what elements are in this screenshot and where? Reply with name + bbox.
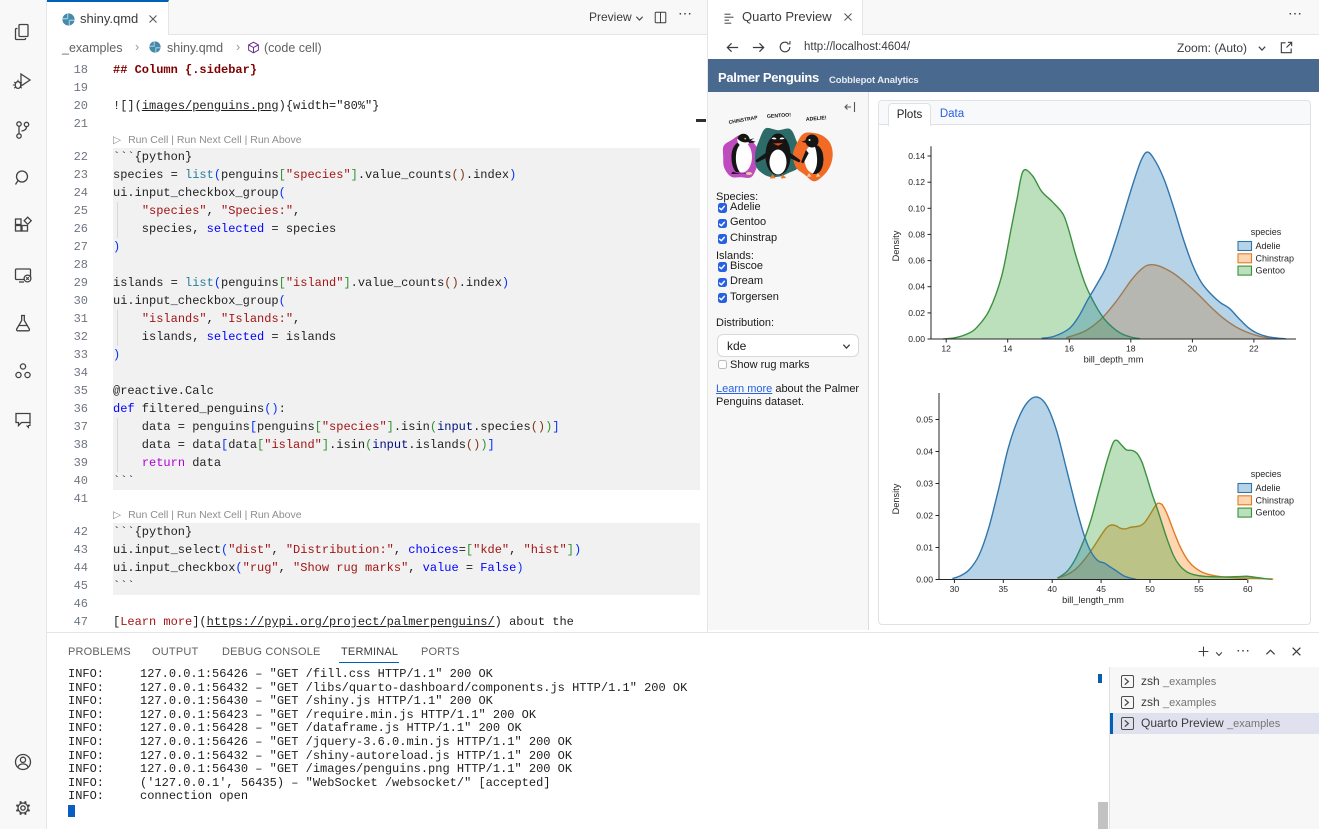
- svg-text:ADELIE!: ADELIE!: [806, 115, 827, 123]
- svg-text:species: species: [1251, 227, 1282, 237]
- svg-text:Gentoo: Gentoo: [1256, 508, 1286, 518]
- svg-text:CHINSTRAP: CHINSTRAP: [728, 115, 758, 126]
- svg-text:14: 14: [1003, 344, 1013, 354]
- svg-text:0.04: 0.04: [908, 282, 925, 292]
- svg-text:Chinstrap: Chinstrap: [1256, 253, 1295, 263]
- svg-text:bill_length_mm: bill_length_mm: [1062, 595, 1124, 605]
- svg-text:12: 12: [941, 344, 951, 354]
- svg-text:0.01: 0.01: [916, 543, 933, 553]
- svg-text:60: 60: [1243, 584, 1253, 594]
- svg-text:55: 55: [1194, 584, 1204, 594]
- svg-text:0.05: 0.05: [916, 415, 933, 425]
- svg-text:Density: Density: [891, 483, 901, 514]
- svg-text:0.03: 0.03: [916, 479, 933, 489]
- svg-text:0.00: 0.00: [908, 334, 925, 344]
- svg-text:45: 45: [1096, 584, 1106, 594]
- svg-text:50: 50: [1145, 584, 1155, 594]
- svg-text:Adelie: Adelie: [1256, 241, 1281, 251]
- svg-text:Adelie: Adelie: [1256, 483, 1281, 493]
- svg-text:0.12: 0.12: [908, 177, 925, 187]
- svg-text:35: 35: [999, 584, 1009, 594]
- svg-text:40: 40: [1047, 584, 1057, 594]
- svg-text:0.06: 0.06: [908, 256, 925, 266]
- svg-text:30: 30: [950, 584, 960, 594]
- svg-text:bill_depth_mm: bill_depth_mm: [1084, 355, 1144, 365]
- svg-text:Density: Density: [891, 230, 901, 261]
- svg-text:GENTOO!: GENTOO!: [767, 112, 792, 120]
- svg-text:0.04: 0.04: [916, 447, 933, 457]
- svg-text:0.14: 0.14: [908, 151, 925, 161]
- svg-text:20: 20: [1188, 344, 1198, 354]
- svg-text:species: species: [1251, 469, 1282, 479]
- svg-text:0.02: 0.02: [908, 308, 925, 318]
- svg-text:0.02: 0.02: [916, 511, 933, 521]
- svg-text:22: 22: [1249, 344, 1259, 354]
- svg-text:0.08: 0.08: [908, 229, 925, 239]
- svg-text:0.00: 0.00: [916, 575, 933, 585]
- svg-text:Chinstrap: Chinstrap: [1256, 495, 1295, 505]
- svg-text:0.10: 0.10: [908, 203, 925, 213]
- svg-text:Gentoo: Gentoo: [1256, 266, 1286, 276]
- svg-text:18: 18: [1126, 344, 1136, 354]
- svg-text:16: 16: [1065, 344, 1075, 354]
